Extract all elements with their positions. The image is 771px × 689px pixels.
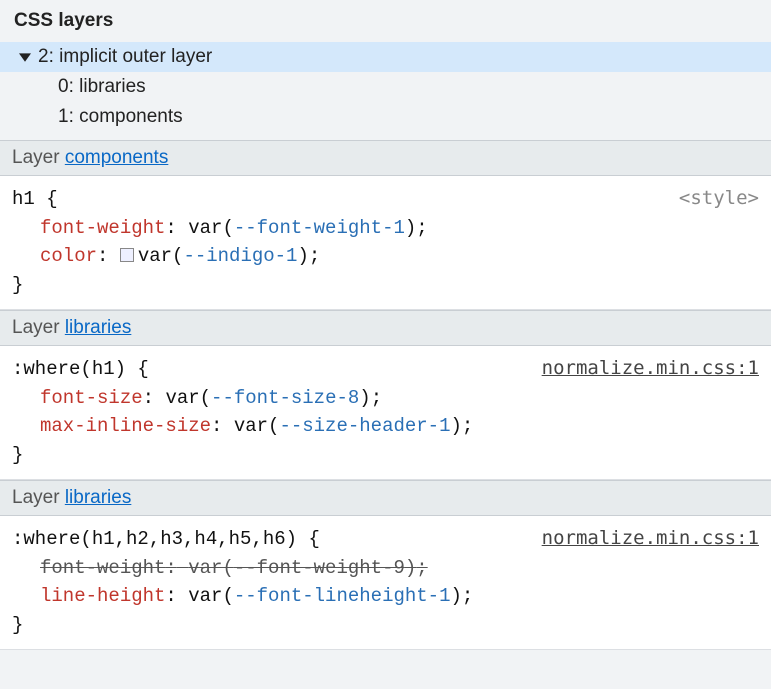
layer-link[interactable]: libraries: [65, 487, 132, 508]
css-declaration[interactable]: max-inline-size: var(--size-header-1);: [12, 412, 759, 441]
css-property: font-weight: [40, 557, 165, 579]
tree-row-child[interactable]: 1: components: [0, 102, 771, 132]
css-declaration[interactable]: font-size: var(--font-size-8);: [12, 384, 759, 413]
rule-selector[interactable]: h1: [12, 188, 35, 210]
css-property: line-height: [40, 585, 165, 607]
layer-prefix: Layer: [12, 487, 60, 508]
brace-close: }: [12, 271, 759, 300]
brace-close: }: [12, 441, 759, 470]
tree-root-label: implicit outer layer: [59, 46, 212, 68]
rule-source[interactable]: normalize.min.css:1: [542, 524, 759, 553]
brace-close: }: [12, 611, 759, 640]
css-declaration[interactable]: line-height: var(--font-lineheight-1);: [12, 582, 759, 611]
rule-selector[interactable]: :where(h1,h2,h3,h4,h5,h6): [12, 528, 297, 550]
disclosure-triangle-icon[interactable]: [18, 50, 32, 64]
panel-title: CSS layers: [0, 0, 771, 40]
css-declaration[interactable]: color: var(--indigo-1);: [12, 242, 759, 271]
layer-prefix: Layer: [12, 317, 60, 338]
css-variable: --font-weight-9: [234, 557, 405, 579]
layer-link[interactable]: libraries: [65, 317, 132, 338]
layer-prefix: Layer: [12, 147, 60, 168]
css-declaration[interactable]: font-weight: var(--font-weight-1);: [12, 214, 759, 243]
rule-source[interactable]: <style>: [679, 184, 759, 213]
css-variable: --font-weight-1: [234, 217, 405, 239]
css-property: font-weight: [40, 217, 165, 239]
layer-tree: 2: implicit outer layer 0: libraries 1: …: [0, 40, 771, 140]
css-declaration-overridden[interactable]: font-weight: var(--font-weight-9);: [12, 554, 759, 583]
tree-row-child[interactable]: 0: libraries: [0, 72, 771, 102]
tree-child-label: components: [79, 106, 183, 128]
css-property: max-inline-size: [40, 415, 211, 437]
tree-child-index: 0: [58, 76, 69, 98]
layer-header: Layer libraries: [0, 480, 771, 516]
css-property: font-size: [40, 387, 143, 409]
color-swatch-icon[interactable]: [120, 248, 134, 262]
tree-child-index: 1: [58, 106, 69, 128]
rule-selector[interactable]: :where(h1): [12, 358, 126, 380]
tree-root-index: 2: [38, 46, 49, 68]
css-variable: --font-lineheight-1: [234, 585, 451, 607]
css-variable: --indigo-1: [183, 245, 297, 267]
layer-link[interactable]: components: [65, 147, 169, 168]
css-rule: :where(h1,h2,h3,h4,h5,h6) { normalize.mi…: [0, 516, 771, 650]
css-variable: --font-size-8: [211, 387, 359, 409]
tree-row-root[interactable]: 2: implicit outer layer: [0, 42, 771, 72]
css-layers-panel: CSS layers 2: implicit outer layer 0: li…: [0, 0, 771, 650]
layer-header: Layer components: [0, 140, 771, 176]
layer-header: Layer libraries: [0, 310, 771, 346]
rule-source[interactable]: normalize.min.css:1: [542, 354, 759, 383]
css-rule: h1 { <style> font-weight: var(--font-wei…: [0, 176, 771, 310]
css-property: color: [40, 245, 97, 267]
css-rule: :where(h1) { normalize.min.css:1 font-si…: [0, 346, 771, 480]
css-variable: --size-header-1: [279, 415, 450, 437]
tree-child-label: libraries: [79, 76, 146, 98]
